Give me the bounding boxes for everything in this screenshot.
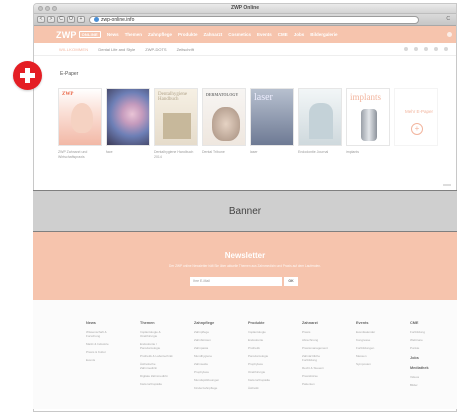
cover-title: ZWP — [62, 92, 74, 97]
back-button[interactable]: < — [37, 16, 45, 23]
facebook-icon[interactable] — [404, 47, 408, 51]
cover-image — [309, 103, 333, 139]
cover-title: implants — [350, 92, 381, 102]
googleplus-icon[interactable] — [424, 47, 428, 51]
logo-badge: ONLINE — [78, 31, 101, 38]
twitter-icon[interactable] — [414, 47, 418, 51]
rss-icon[interactable] — [434, 47, 438, 51]
cover-dermatology[interactable]: DERMATOLOGY — [202, 88, 246, 146]
plus-icon — [13, 61, 42, 90]
cover-image — [163, 113, 191, 139]
url-bar[interactable]: zwp-online.info — [89, 15, 419, 24]
nav-link-jobs[interactable]: Jobs — [294, 32, 305, 37]
reload-button[interactable]: C — [57, 16, 65, 23]
nav-link-cme[interactable]: CME — [278, 32, 288, 37]
nav-link-news[interactable]: News — [107, 32, 119, 37]
nav-link-cosmetics[interactable]: Cosmetics — [228, 32, 251, 37]
cover-image — [71, 103, 93, 133]
nav-link-themen[interactable]: Themen — [125, 32, 142, 37]
sub-navigation: WILLKOMMEN Dental Life and Style ZWP-DOT… — [34, 43, 456, 56]
site-navigation: ZWP ONLINE News Themen Zahnpflege Produk… — [34, 26, 456, 43]
cover-zwp[interactable]: ZWP — [58, 88, 102, 146]
cover-dentalhygiene[interactable]: Dentalhygiene Handbuch — [154, 88, 198, 146]
cover-caption[interactable]: face — [106, 150, 150, 159]
browser-window: ZWP Online < > C O + zwp-online.info C Z… — [33, 3, 457, 412]
nav-link-zahnpflege[interactable]: Zahnpflege — [148, 32, 172, 37]
sub-link-zwp-dots[interactable]: ZWP-DOTS — [145, 47, 166, 52]
cover-caption[interactable]: laser — [250, 150, 294, 159]
add-bookmark-button[interactable]: + — [77, 16, 85, 23]
nav-link-zahnarzt[interactable]: Zahnarzt — [203, 32, 222, 37]
logo-text: ZWP — [56, 29, 77, 40]
cover-caption[interactable]: Dental Tribune — [202, 150, 246, 159]
sub-link-zeitschrift[interactable]: Zeitschrift — [177, 47, 194, 52]
epaper-covers: ZWP Dentalhygiene Handbuch DERMATOLOGY l… — [58, 88, 438, 146]
scroll-indicator[interactable] — [443, 184, 451, 186]
refresh-icon[interactable]: C — [446, 16, 450, 22]
search-icon[interactable] — [447, 32, 452, 37]
site-logo[interactable]: ZWP ONLINE — [56, 30, 101, 40]
cover-caption[interactable]: Endodontie Journal — [298, 150, 342, 159]
mail-icon[interactable] — [444, 47, 448, 51]
cover-implants[interactable]: implants — [346, 88, 390, 146]
home-button[interactable]: O — [67, 16, 75, 23]
url-text: zwp-online.info — [101, 16, 135, 23]
social-icons — [404, 47, 448, 51]
title-bar: ZWP Online — [34, 4, 456, 14]
cover-title: DERMATOLOGY — [206, 92, 239, 97]
cover-image — [361, 109, 377, 141]
cover-title: laser — [254, 92, 273, 103]
globe-icon — [94, 17, 99, 22]
forward-button[interactable]: > — [47, 16, 55, 23]
cover-endodontie[interactable] — [298, 88, 342, 146]
welcome-label: WILLKOMMEN — [59, 46, 89, 52]
nav-link-events[interactable]: Events — [257, 32, 272, 37]
cover-title: Dentalhygiene Handbuch — [158, 92, 188, 102]
nav-link-produkte[interactable]: Produkte — [178, 32, 198, 37]
cover-caption[interactable]: Dentalhygiene Handbuch 2014 — [154, 150, 198, 159]
cover-image — [212, 107, 240, 141]
window-title: ZWP Online — [231, 5, 259, 11]
cover-laser[interactable]: laser — [250, 88, 294, 146]
epaper-heading: E-Paper — [60, 71, 79, 77]
sub-link-dental-life[interactable]: Dental Life and Style — [98, 47, 135, 52]
more-epaper-label: Mehr E-Paper — [405, 109, 434, 114]
nav-link-bildergalerie[interactable]: Bildergalerie — [310, 32, 337, 37]
more-epaper-tile[interactable]: Mehr E-Paper + — [394, 88, 438, 146]
cover-caption[interactable]: implants — [346, 150, 390, 159]
cover-face[interactable] — [106, 88, 150, 146]
cover-caption[interactable]: ZWP Zahnarzt und Wirtschaftspraxis — [58, 150, 102, 159]
add-circle-icon[interactable]: + — [411, 123, 423, 135]
cover-captions: ZWP Zahnarzt und Wirtschaftspraxis face … — [58, 150, 390, 159]
browser-toolbar: < > C O + zwp-online.info C — [34, 14, 456, 26]
